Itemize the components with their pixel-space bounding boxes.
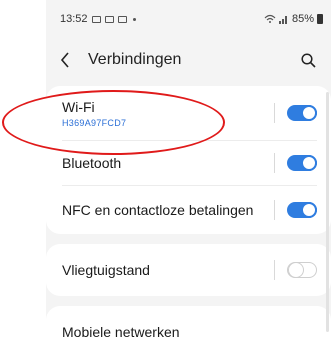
search-icon <box>300 52 316 68</box>
status-bar: 13:52 85% <box>46 0 331 38</box>
setting-row-airplane-mode[interactable]: Vliegtuigstand <box>46 244 331 296</box>
wifi-label: Wi-Fi <box>62 98 95 115</box>
scrollbar[interactable] <box>326 92 329 332</box>
page-title: Verbindingen <box>88 51 182 68</box>
wifi-toggle[interactable] <box>287 105 317 121</box>
airplane-mode-label: Vliegtuigstand <box>62 262 150 278</box>
setting-row-nfc[interactable]: NFC en contactloze betalingen <box>46 186 331 234</box>
airplane-mode-toggle[interactable] <box>287 261 317 278</box>
back-button[interactable] <box>60 45 82 75</box>
setting-row-mobile-networks[interactable]: Mobiele netwerken <box>46 306 331 352</box>
bluetooth-label: Bluetooth <box>62 155 122 171</box>
battery-percentage: 85% <box>291 13 314 25</box>
nfc-toggle[interactable] <box>287 202 317 218</box>
mobile-texts: Mobiele netwerken <box>62 324 317 340</box>
divider <box>274 153 275 173</box>
bluetooth-toggle[interactable] <box>287 155 317 171</box>
gallery-notification-icon <box>91 15 101 23</box>
wifi-network-name: H369A97FCD7 <box>62 117 127 128</box>
nfc-label: NFC en contactloze betalingen <box>62 202 254 218</box>
media-notification-icon <box>104 15 114 23</box>
nfc-texts: NFC en contactloze betalingen <box>62 202 274 218</box>
wifi-texts: Wi-Fi H369A97FCD7 <box>62 99 274 128</box>
bluetooth-texts: Bluetooth <box>62 155 274 171</box>
settings-card-mobile: Mobiele netwerken <box>46 306 331 352</box>
battery-icon <box>317 14 323 24</box>
airplane-texts: Vliegtuigstand <box>62 262 274 278</box>
divider <box>274 200 275 220</box>
settings-card-airplane: Vliegtuigstand <box>46 244 331 296</box>
setting-row-bluetooth[interactable]: Bluetooth <box>46 141 331 185</box>
chevron-left-icon <box>60 52 69 68</box>
message-notification-icon <box>117 15 127 23</box>
cellular-signal-icon <box>278 16 287 24</box>
search-button[interactable] <box>295 45 321 75</box>
setting-row-wifi[interactable]: Wi-Fi H369A97FCD7 <box>46 86 331 140</box>
wifi-signal-icon <box>264 14 276 23</box>
status-time: 13:52 <box>60 13 88 25</box>
more-notifications-icon <box>132 17 136 21</box>
mobile-networks-label: Mobiele netwerken <box>62 324 180 340</box>
status-left: 13:52 <box>60 13 136 25</box>
divider <box>274 260 275 280</box>
divider <box>274 103 275 123</box>
app-bar: Verbindingen <box>46 38 331 82</box>
settings-card-connections: Wi-Fi H369A97FCD7 Bluetooth NFC en conta… <box>46 86 331 234</box>
phone-screen: 13:52 85% Verbindingen Wi-Fi H369A97FCD7… <box>46 0 331 352</box>
status-right: 85% <box>264 13 323 25</box>
